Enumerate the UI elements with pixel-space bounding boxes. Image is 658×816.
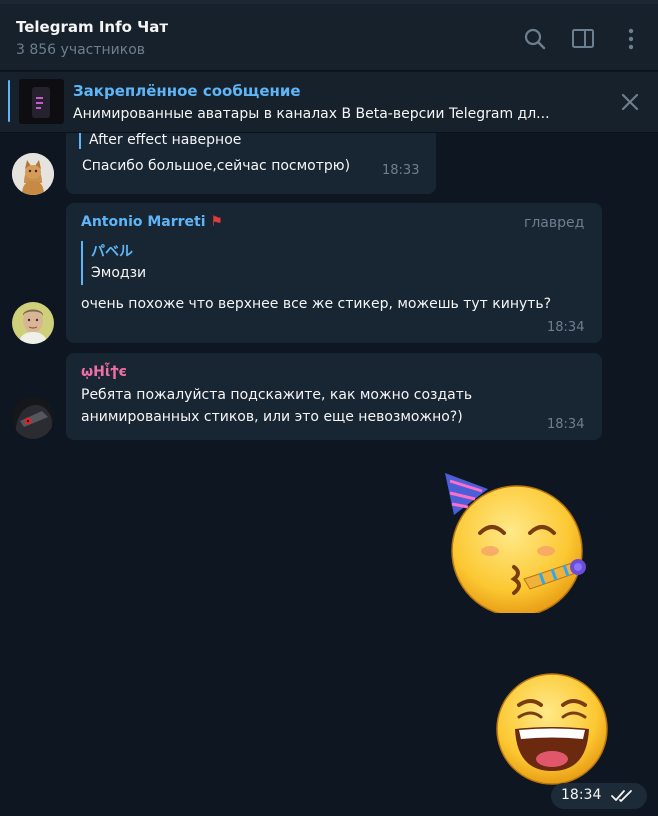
message-text-line2: анимированных стиков, или это еще невозм… — [81, 409, 463, 425]
message-bubble[interactable]: After effect наверное Спасибо большое,се… — [66, 133, 436, 194]
message-time: 18:34 — [547, 417, 585, 432]
message-text: очень похоже что верхнее все же стикер, … — [81, 296, 552, 312]
message-time: 18:33 — [382, 163, 420, 178]
message-bubble[interactable]: ῳῌἷϯє Ребята пожалуйста подскажите, как … — [66, 353, 602, 440]
chat-title[interactable]: Telegram Info Чат — [16, 18, 168, 36]
avatar[interactable] — [12, 302, 54, 344]
avatar[interactable] — [12, 153, 54, 195]
double-check-icon — [611, 790, 632, 802]
reply-quote[interactable]: パベル Эмодзи — [81, 241, 146, 285]
pinned-thumbnail — [19, 79, 64, 124]
message-text: Спасибо большое,сейчас посмотрю) — [82, 158, 351, 174]
author-name[interactable]: Antonio Marreti ⚑ — [81, 214, 223, 230]
outgoing-time-pill: 18:34 — [551, 783, 647, 809]
laughing-face-sticker[interactable] — [493, 673, 611, 785]
message-list[interactable]: After effect наверное Спасибо большое,се… — [0, 133, 658, 816]
flag-icon: ⚑ — [210, 214, 223, 230]
message-time: 18:34 — [547, 320, 585, 335]
message-text-line1: Ребята пожалуйста подскажите, как можно … — [81, 387, 473, 403]
pinned-accent-bar — [8, 80, 10, 122]
author-name-text: ῳῌἷϯє — [81, 364, 127, 380]
avatar[interactable] — [12, 397, 54, 439]
pinned-text: Анимированные аватары в каналах В Beta-в… — [73, 106, 550, 122]
chat-member-count: 3 856 участников — [16, 42, 146, 58]
message-bubble[interactable]: Antonio Marreti ⚑ главред パベル Эмодзи оче… — [66, 203, 602, 343]
reply-author: パベル — [91, 244, 133, 260]
reply-text: After effect наверное — [89, 133, 242, 148]
admin-tag: главред — [524, 215, 585, 231]
author-name[interactable]: ῳῌἷϯє — [81, 364, 127, 380]
close-icon[interactable] — [618, 90, 642, 114]
pinned-title: Закреплённое сообщение — [73, 82, 301, 100]
search-icon[interactable] — [522, 26, 548, 52]
party-face-sticker[interactable] — [440, 471, 596, 617]
author-name-text: Antonio Marreti — [81, 214, 206, 230]
reply-text: Эмодзи — [91, 265, 147, 281]
outgoing-time: 18:34 — [561, 787, 602, 803]
reply-quote[interactable]: After effect наверное — [79, 133, 241, 149]
pinned-message-bar[interactable]: Закреплённое сообщение Анимированные ава… — [0, 72, 658, 133]
sidebar-toggle-icon[interactable] — [570, 26, 596, 52]
more-vertical-icon[interactable] — [618, 26, 644, 52]
chat-header[interactable]: Telegram Info Чат 3 856 участников — [0, 4, 658, 71]
